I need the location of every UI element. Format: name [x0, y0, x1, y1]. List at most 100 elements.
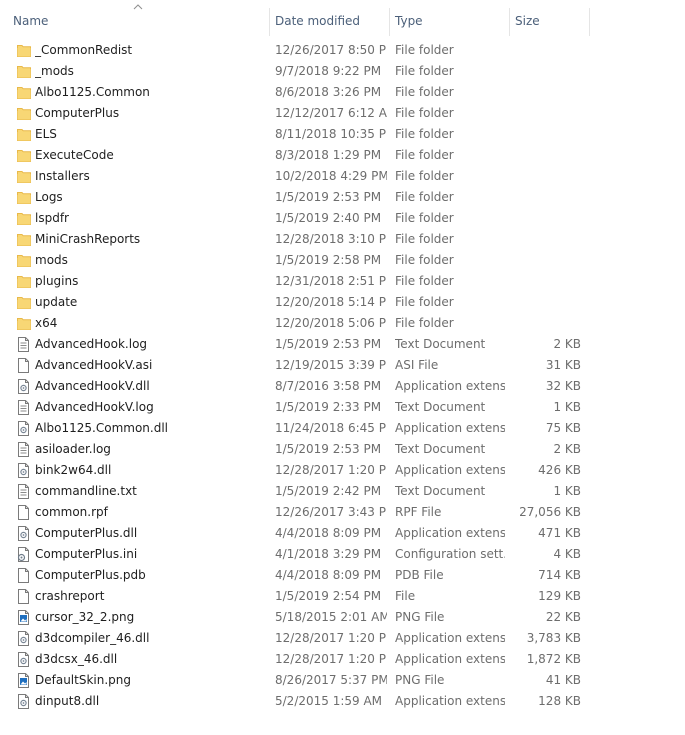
file-name: ExecuteCode [35, 148, 114, 162]
column-header-date-modified[interactable]: Date modified [269, 4, 389, 34]
file-size: 22 KB [545, 610, 581, 624]
folder-icon [17, 169, 31, 184]
file-type: File [395, 589, 416, 603]
file-row[interactable]: AdvancedHook.log 1/5/2019 2:53 PM Text Doc… [0, 334, 685, 355]
file-date-modified: 12/28/2017 1:20 PM [275, 652, 387, 666]
folder-icon [17, 127, 31, 142]
file-row[interactable]: ComputerPlus.ini 4/1/2018 3:29 PM Configur… [0, 544, 685, 565]
file-type: File folder [395, 295, 454, 309]
file-row[interactable]: ComputerPlus.dll 4/4/2018 8:09 PM Applicat… [0, 523, 685, 544]
file-type: Application extens... [395, 652, 505, 666]
file-row[interactable]: commandline.txt 1/5/2019 2:42 PM Text Docu… [0, 481, 685, 502]
file-row[interactable]: Installers 10/2/2018 4:29 PM File folder [0, 166, 685, 187]
file-row[interactable]: Logs 1/5/2019 2:53 PM File folder [0, 187, 685, 208]
file-type: File folder [395, 232, 454, 246]
file-name: mods [35, 253, 68, 267]
file-size: 1 KB [553, 400, 581, 414]
file-row[interactable]: mods 1/5/2019 2:58 PM File folder [0, 250, 685, 271]
file-row[interactable]: Albo1125.Common.dll 11/24/2018 6:45 PM App… [0, 418, 685, 439]
file-row[interactable]: bink2w64.dll 12/28/2017 1:20 PM Applicatio… [0, 460, 685, 481]
file-name: MiniCrashReports [35, 232, 141, 246]
file-name: common.rpf [35, 505, 108, 519]
file-row[interactable]: dinput8.dll 5/2/2015 1:59 AM Application e… [0, 691, 685, 712]
file-type: File folder [395, 85, 454, 99]
dll-file-icon [17, 421, 31, 436]
file-type: File folder [395, 127, 454, 141]
file-name: AdvancedHookV.dll [35, 379, 150, 393]
dll-file-icon [17, 526, 31, 541]
blank-file-icon [17, 589, 31, 604]
file-size: 41 KB [545, 673, 581, 687]
file-row[interactable]: ExecuteCode 8/3/2018 1:29 PM File folder [0, 145, 685, 166]
file-size: 2 KB [553, 442, 581, 456]
file-type: File folder [395, 169, 454, 183]
folder-icon [17, 106, 31, 121]
file-date-modified: 11/24/2018 6:45 PM [275, 421, 387, 435]
file-row[interactable]: x64 12/20/2018 5:06 PM File folder [0, 313, 685, 334]
file-size: 714 KB [538, 568, 581, 582]
column-header-type[interactable]: Type [389, 4, 509, 34]
file-size: 75 KB [545, 421, 581, 435]
folder-icon [17, 43, 31, 58]
file-type: PNG File [395, 673, 445, 687]
file-date-modified: 8/6/2018 3:26 PM [275, 85, 382, 99]
file-row[interactable]: ComputerPlus.pdb 4/4/2018 8:09 PM PDB File… [0, 565, 685, 586]
file-row[interactable]: d3dcsx_46.dll 12/28/2017 1:20 PM Applicati… [0, 649, 685, 670]
folder-icon [17, 85, 31, 100]
file-size: 471 KB [538, 526, 581, 540]
file-date-modified: 12/12/2017 6:12 AM [275, 106, 387, 120]
file-date-modified: 12/28/2018 3:10 PM [275, 232, 387, 246]
file-row[interactable]: ELS 8/11/2018 10:35 PM File folder [0, 124, 685, 145]
file-type: Application extens... [395, 526, 505, 540]
file-type: File folder [395, 316, 454, 330]
folder-icon [17, 190, 31, 205]
column-divider[interactable] [589, 8, 590, 36]
file-row[interactable]: update 12/20/2018 5:14 PM File folder [0, 292, 685, 313]
file-row[interactable]: AdvancedHookV.dll 8/7/2016 3:58 PM Applica… [0, 376, 685, 397]
file-row[interactable]: d3dcompiler_46.dll 12/28/2017 1:20 PM Appl… [0, 628, 685, 649]
file-name: _mods [35, 64, 74, 78]
column-header-size[interactable]: Size [509, 4, 589, 34]
file-size: 128 KB [538, 694, 581, 708]
file-size: 27,056 KB [519, 505, 581, 519]
file-row[interactable]: crashreport 1/5/2019 2:54 PM File 129 KB [0, 586, 685, 607]
column-header-bar: Name Date modified Type Size [0, 0, 685, 40]
file-date-modified: 4/1/2018 3:29 PM [275, 547, 382, 561]
file-type: Text Document [395, 484, 486, 498]
file-row[interactable]: cursor_32_2.png 5/18/2015 2:01 AM PNG File… [0, 607, 685, 628]
file-row[interactable]: AdvancedHookV.log 1/5/2019 2:33 PM Text Do… [0, 397, 685, 418]
file-name: dinput8.dll [35, 694, 100, 708]
file-date-modified: 12/26/2017 3:43 PM [275, 505, 387, 519]
file-name: bink2w64.dll [35, 463, 112, 477]
file-row[interactable]: _mods 9/7/2018 9:22 PM File folder [0, 61, 685, 82]
file-name: plugins [35, 274, 79, 288]
file-type: File folder [395, 106, 454, 120]
file-date-modified: 9/7/2018 9:22 PM [275, 64, 382, 78]
file-date-modified: 1/5/2019 2:53 PM [275, 442, 382, 456]
file-row[interactable]: Albo1125.Common 8/6/2018 3:26 PM File fold… [0, 82, 685, 103]
file-date-modified: 12/28/2017 1:20 PM [275, 631, 387, 645]
file-date-modified: 1/5/2019 2:42 PM [275, 484, 382, 498]
file-date-modified: 8/26/2017 5:37 PM [275, 673, 387, 687]
file-row[interactable]: MiniCrashReports 12/28/2018 3:10 PM File f… [0, 229, 685, 250]
column-header-name[interactable]: Name [7, 4, 269, 34]
dll-file-icon [17, 463, 31, 478]
file-name: AdvancedHookV.log [35, 400, 154, 414]
file-row[interactable]: ComputerPlus 12/12/2017 6:12 AM File folde… [0, 103, 685, 124]
file-row[interactable]: lspdfr 1/5/2019 2:40 PM File folder [0, 208, 685, 229]
file-row[interactable]: DefaultSkin.png 8/26/2017 5:37 PM PNG File… [0, 670, 685, 691]
file-date-modified: 10/2/2018 4:29 PM [275, 169, 387, 183]
file-name: ComputerPlus.ini [35, 547, 138, 561]
file-row[interactable]: _CommonRedist 12/26/2017 8:50 PM File fold… [0, 40, 685, 61]
list-clip-edge [0, 712, 685, 735]
file-row[interactable]: plugins 12/31/2018 2:51 PM File folder [0, 271, 685, 292]
file-date-modified: 4/4/2018 8:09 PM [275, 568, 382, 582]
file-row[interactable]: common.rpf 12/26/2017 3:43 PM RPF File 27,0… [0, 502, 685, 523]
file-row[interactable]: AdvancedHookV.asi 12/19/2015 3:39 PM ASI F… [0, 355, 685, 376]
file-date-modified: 1/5/2019 2:53 PM [275, 337, 382, 351]
dll-file-icon [17, 379, 31, 394]
file-row[interactable]: asiloader.log 1/5/2019 2:53 PM Text Docume… [0, 439, 685, 460]
file-size: 2 KB [553, 337, 581, 351]
file-type: PDB File [395, 568, 444, 582]
file-type: File folder [395, 148, 454, 162]
